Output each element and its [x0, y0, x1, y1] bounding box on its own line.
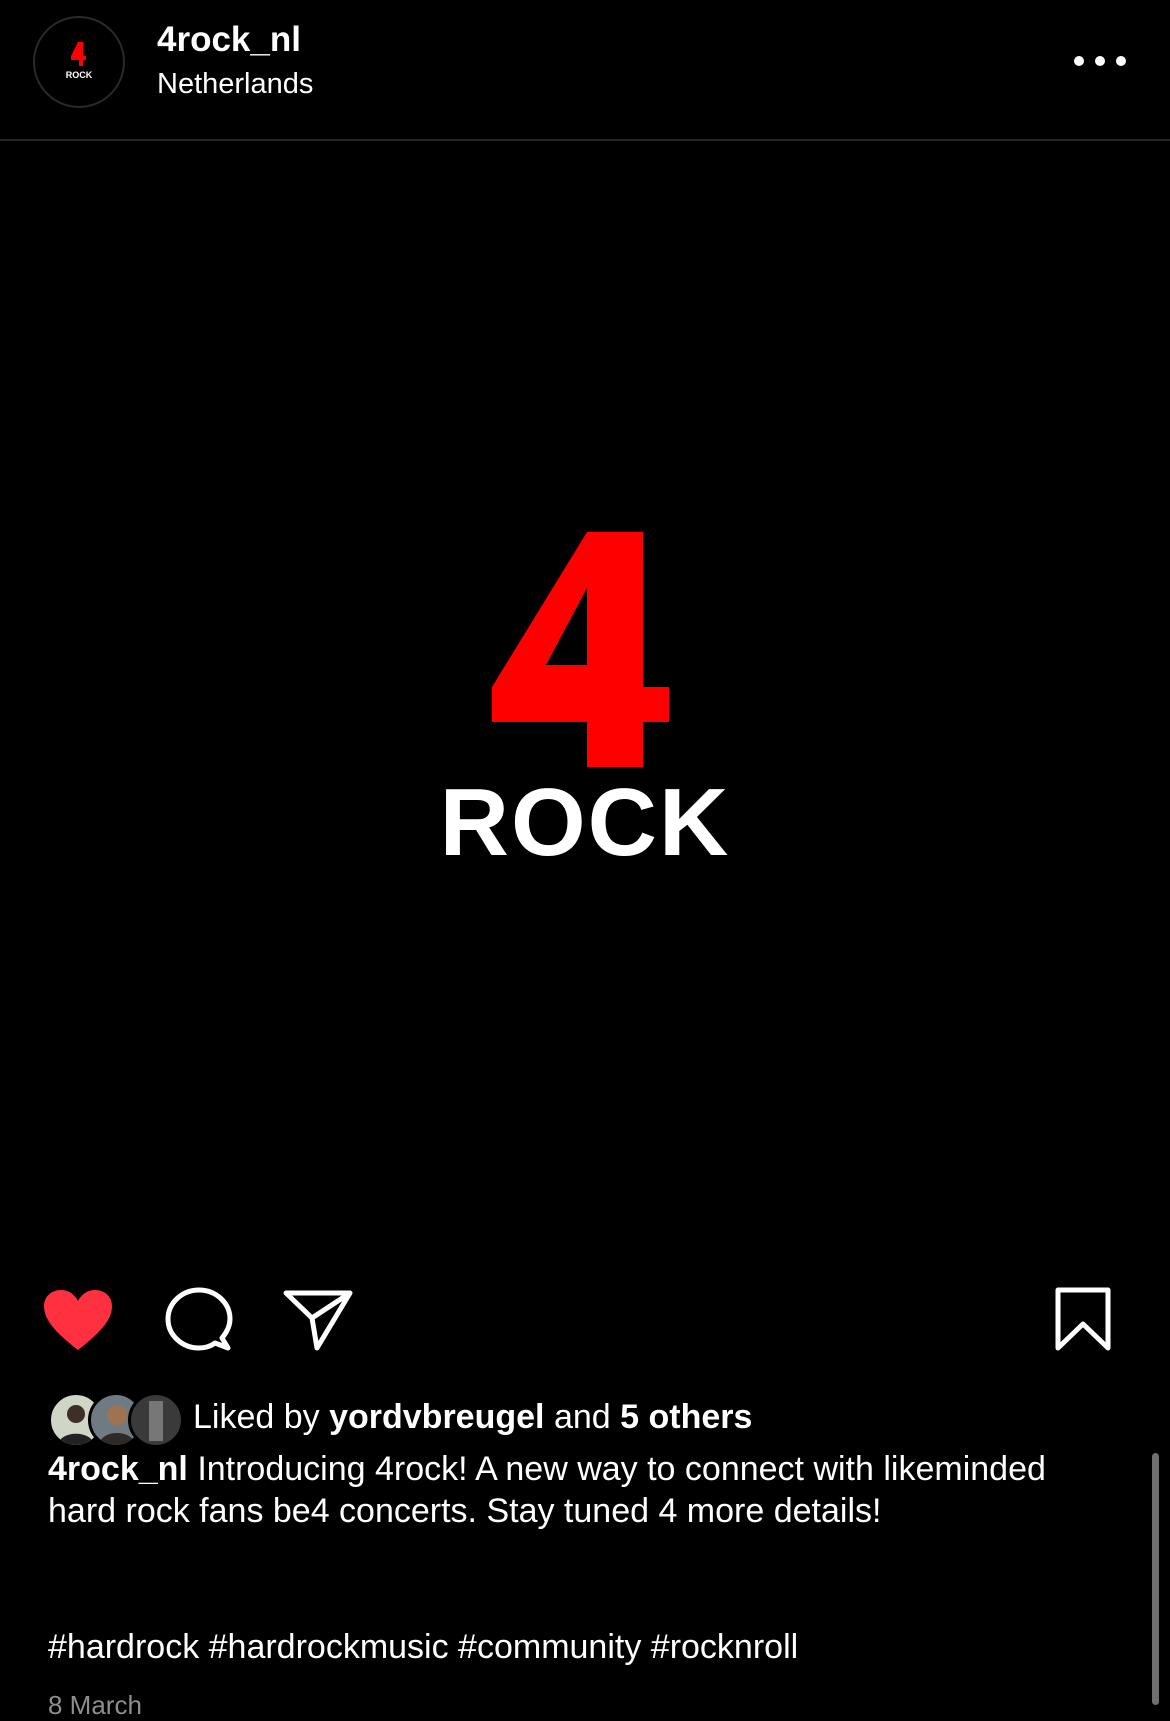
liked-by-text[interactable]: Liked by yordvbreugel and 5 others — [193, 1398, 752, 1437]
4rock-logo-icon: ROCK — [66, 42, 93, 80]
liked-by-user[interactable]: yordvbreugel — [329, 1398, 544, 1436]
4rock-post-logo: ROCK — [440, 532, 731, 876]
scrollbar[interactable] — [1152, 1453, 1159, 1705]
action-bar — [0, 1280, 1170, 1360]
paper-plane-icon — [283, 1290, 353, 1351]
post-header: ROCK 4rock_nl Netherlands — [0, 0, 1170, 141]
liker-avatar[interactable] — [128, 1392, 184, 1448]
post-image[interactable]: ROCK — [0, 141, 1170, 1248]
post-date: 8 March — [48, 1690, 142, 1720]
liked-by-others[interactable]: 5 others — [620, 1398, 752, 1436]
comment-icon — [165, 1287, 233, 1351]
caption-hashtags[interactable]: #hardrock #hardrockmusic #community #roc… — [48, 1628, 798, 1667]
liked-by-prefix: Liked by — [193, 1398, 320, 1436]
liked-by-connector: and — [553, 1398, 611, 1436]
post-location[interactable]: Netherlands — [157, 68, 313, 101]
post-username[interactable]: 4rock_nl — [157, 20, 301, 60]
logo-rock-word: ROCK — [440, 769, 731, 876]
more-options-button[interactable] — [1072, 44, 1128, 76]
post-caption: 4rock_nl Introducing 4rock! A new way to… — [48, 1448, 1098, 1532]
save-button[interactable] — [1054, 1287, 1112, 1356]
ellipsis-icon — [1074, 56, 1084, 66]
ellipsis-dot — [1116, 56, 1126, 66]
comment-button[interactable] — [164, 1286, 234, 1361]
caption-username[interactable]: 4rock_nl — [48, 1450, 188, 1488]
liked-by-row[interactable]: Liked by yordvbreugel and 5 others — [48, 1392, 1128, 1448]
ellipsis-dot — [1095, 56, 1105, 66]
share-button[interactable] — [282, 1288, 354, 1357]
caption-text: Introducing 4rock! A new way to connect … — [48, 1450, 1046, 1530]
bookmark-icon — [1055, 1287, 1111, 1351]
profile-avatar[interactable]: ROCK — [33, 16, 125, 108]
avatar-logo-word: ROCK — [66, 70, 93, 80]
like-button[interactable] — [42, 1288, 114, 1359]
heart-filled-icon — [44, 1290, 112, 1350]
person-icon — [149, 1401, 163, 1441]
